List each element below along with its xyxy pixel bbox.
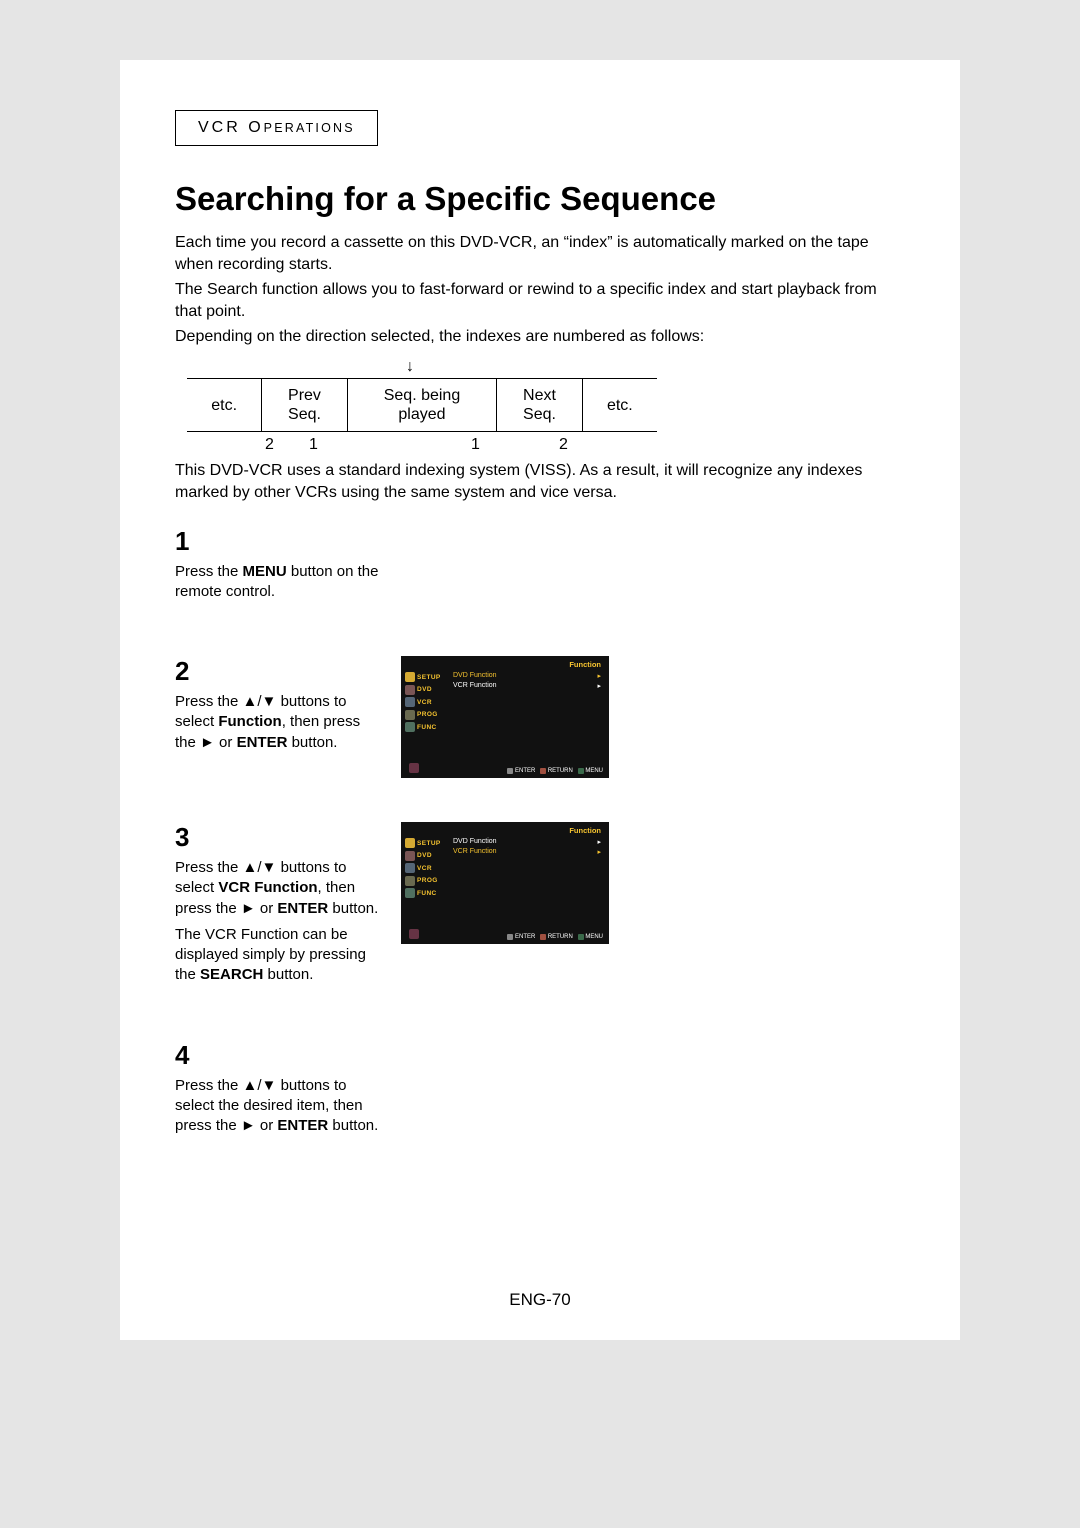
osd-header: Function [405,660,603,669]
osd-sidebar: SETUP DVD VCR PROG FUNC [405,672,449,735]
step-3-row: 3 Press the ▲/▼ buttons to select VCR Fu… [175,822,905,996]
enter-icon [507,768,513,774]
osd-menu-dvd: DVD Function▸ [453,672,603,680]
osd-menu-dvd: DVD Function▸ [453,838,603,846]
osd-footer: ENTER RETURN MENU [401,768,603,774]
menu-icon [578,934,584,940]
step-3: 3 Press the ▲/▼ buttons to select VCR Fu… [175,822,401,986]
step-2-text: Press the ▲/▼ buttons to select Function… [175,692,379,753]
func-icon [405,888,415,898]
step-1: 1 Press the MENU button on the remote co… [175,526,401,603]
return-icon [540,934,546,940]
enter-icon [507,934,513,940]
page-title: Searching for a Specific Sequence [175,180,905,218]
step-2-row: 2 Press the ▲/▼ buttons to select Functi… [175,656,905,778]
return-icon [540,768,546,774]
sequence-table: etc. Prev Seq. Seq. being played Next Se… [187,378,657,432]
menu-icon [578,768,584,774]
step-1-number: 1 [175,526,379,557]
prog-icon [405,710,415,720]
osd-sidebar: SETUP DVD VCR PROG FUNC [405,838,449,901]
arrow-down-icon: ↓ [187,358,657,376]
setup-icon [405,672,415,682]
step-2: 2 Press the ▲/▼ buttons to select Functi… [175,656,401,768]
osd-header: Function [405,826,603,835]
step-1-text: Press the MENU button on the remote cont… [175,562,379,603]
prog-icon [405,876,415,886]
vcr-icon [405,697,415,707]
osd-main: DVD Function▸ VCR Function▸ [449,838,603,901]
section-label: VCR OPERATIONS [198,119,355,136]
intro-p1: Each time you record a cassette on this … [175,232,905,275]
step-3-text: Press the ▲/▼ buttons to select VCR Func… [175,858,379,919]
osd-footer: ENTER RETURN MENU [401,934,603,940]
section-header-box: VCR OPERATIONS [175,110,378,146]
seq-cell-playing: Seq. being played [347,378,497,431]
intro-p3: Depending on the direction selected, the… [175,326,905,348]
func-icon [405,722,415,732]
seq-cell-prev: Prev Seq. [262,378,347,431]
step-4-row: 4 Press the ▲/▼ buttons to select the de… [175,1040,905,1147]
page-footer: ENG-70 [120,1290,960,1310]
osd-menu-vcr: VCR Function▸ [453,848,603,856]
setup-icon [405,838,415,848]
seq-cell-etc-left: etc. [187,378,262,431]
step-4-text: Press the ▲/▼ buttons to select the desi… [175,1076,379,1137]
step-1-row: 1 Press the MENU button on the remote co… [175,526,905,613]
intro-text: Each time you record a cassette on this … [175,232,905,348]
post-table-text: This DVD-VCR uses a standard indexing sy… [175,460,905,503]
manual-page: VCR OPERATIONS Searching for a Specific … [120,60,960,1340]
sequence-numbers: 2 1 1 2 [187,432,657,454]
osd-menu-vcr: VCR Function▸ [453,682,603,690]
dvd-icon [405,851,415,861]
step-4: 4 Press the ▲/▼ buttons to select the de… [175,1040,401,1137]
osd-screenshot-3: Function SETUP DVD VCR PROG FUNC DVD Fun… [401,822,609,944]
seq-cell-etc-right: etc. [582,378,657,431]
step-2-number: 2 [175,656,379,687]
step-3-text-2: The VCR Function can be displayed simply… [175,925,379,986]
dvd-icon [405,685,415,695]
step-4-number: 4 [175,1040,379,1071]
osd-screenshot-2: Function SETUP DVD VCR PROG FUNC DVD Fun… [401,656,609,778]
seq-cell-next: Next Seq. [497,378,582,431]
vcr-icon [405,863,415,873]
step-3-number: 3 [175,822,379,853]
intro-p2: The Search function allows you to fast-f… [175,279,905,322]
osd-main: DVD Function▸ VCR Function▸ [449,672,603,735]
